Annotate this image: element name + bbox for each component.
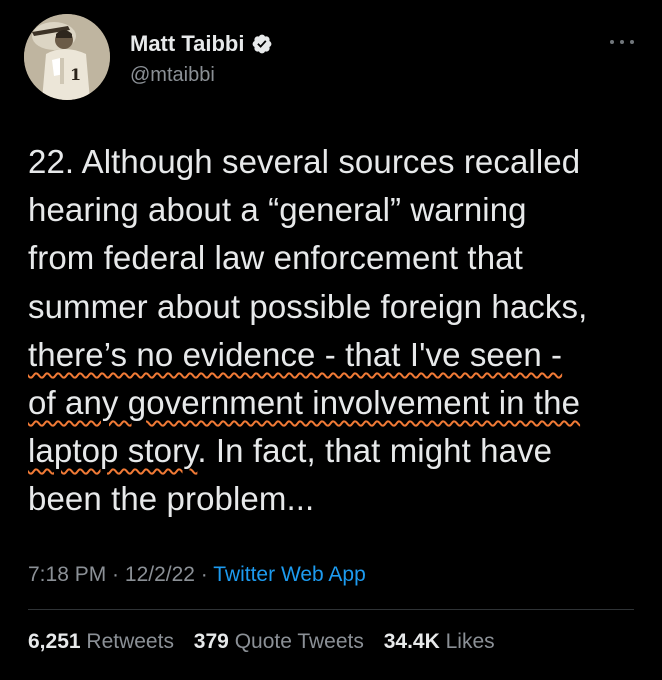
- tweet-date[interactable]: 12/2/22: [125, 563, 195, 586]
- highlighted-text: of any government involvement in the: [28, 384, 581, 422]
- svg-text:1: 1: [70, 65, 81, 84]
- author-name-row[interactable]: Matt Taibbi: [130, 31, 273, 57]
- display-name[interactable]: Matt Taibbi: [130, 31, 244, 57]
- tweet-source-link[interactable]: Twitter Web App: [213, 563, 366, 586]
- quote-tweets-stat[interactable]: 379 Quote Tweets: [194, 630, 364, 653]
- highlighted-text: laptop story: [28, 432, 198, 470]
- quote-tweets-count: 379: [193, 630, 229, 653]
- quote-tweets-label: Quote Tweets: [234, 630, 364, 653]
- retweets-count: 6,251: [28, 630, 81, 653]
- author-handle[interactable]: @mtaibbi: [130, 63, 215, 87]
- baseball-player-photo-icon: 1: [24, 14, 110, 100]
- likes-stat[interactable]: 34.4K Likes: [384, 630, 495, 653]
- retweets-stat[interactable]: 6,251 Retweets: [28, 630, 174, 653]
- highlighted-text: there’s no evidence - that I've seen -: [28, 335, 563, 373]
- tweet-text-tail: . In fact, that might have: [197, 432, 553, 470]
- tweet-line: 22. Although several sources recalled: [28, 143, 581, 180]
- meta-separator: ·: [106, 563, 125, 586]
- retweets-label: Retweets: [86, 630, 174, 653]
- tweet-line: from federal law enforcement that: [28, 239, 523, 277]
- meta-separator: ·: [194, 563, 214, 586]
- tweet-stats: 6,251 Retweets 379 Quote Tweets 34.4K Li…: [28, 628, 509, 656]
- tweet-line: summer about possible foreign hacks,: [28, 287, 588, 325]
- tweet-line: laptop story. In fact, that might have: [28, 427, 648, 475]
- tweet-line: been the problem...: [28, 480, 315, 518]
- tweet-detail: 1 Matt Taibbi @mtaibbi 22. Although seve…: [0, 0, 662, 680]
- tweet-text: 22. Although several sources recalled he…: [28, 138, 648, 524]
- tweet-line-highlighted: of any government involvement in the: [28, 379, 648, 427]
- likes-label: Likes: [445, 630, 495, 653]
- tweet-line-highlighted: there’s no evidence - that I've seen -: [28, 331, 648, 379]
- verified-badge-icon: [253, 34, 272, 54]
- divider: [28, 609, 634, 610]
- more-options-icon[interactable]: [610, 30, 634, 54]
- tweet-meta: 7:18 PM · 12/2/22 · Twitter Web App: [28, 561, 366, 589]
- avatar[interactable]: 1: [24, 14, 110, 100]
- tweet-time[interactable]: 7:18 PM: [28, 563, 106, 586]
- likes-count: 34.4K: [383, 630, 440, 653]
- tweet-line: hearing about a “general” warning: [28, 191, 527, 229]
